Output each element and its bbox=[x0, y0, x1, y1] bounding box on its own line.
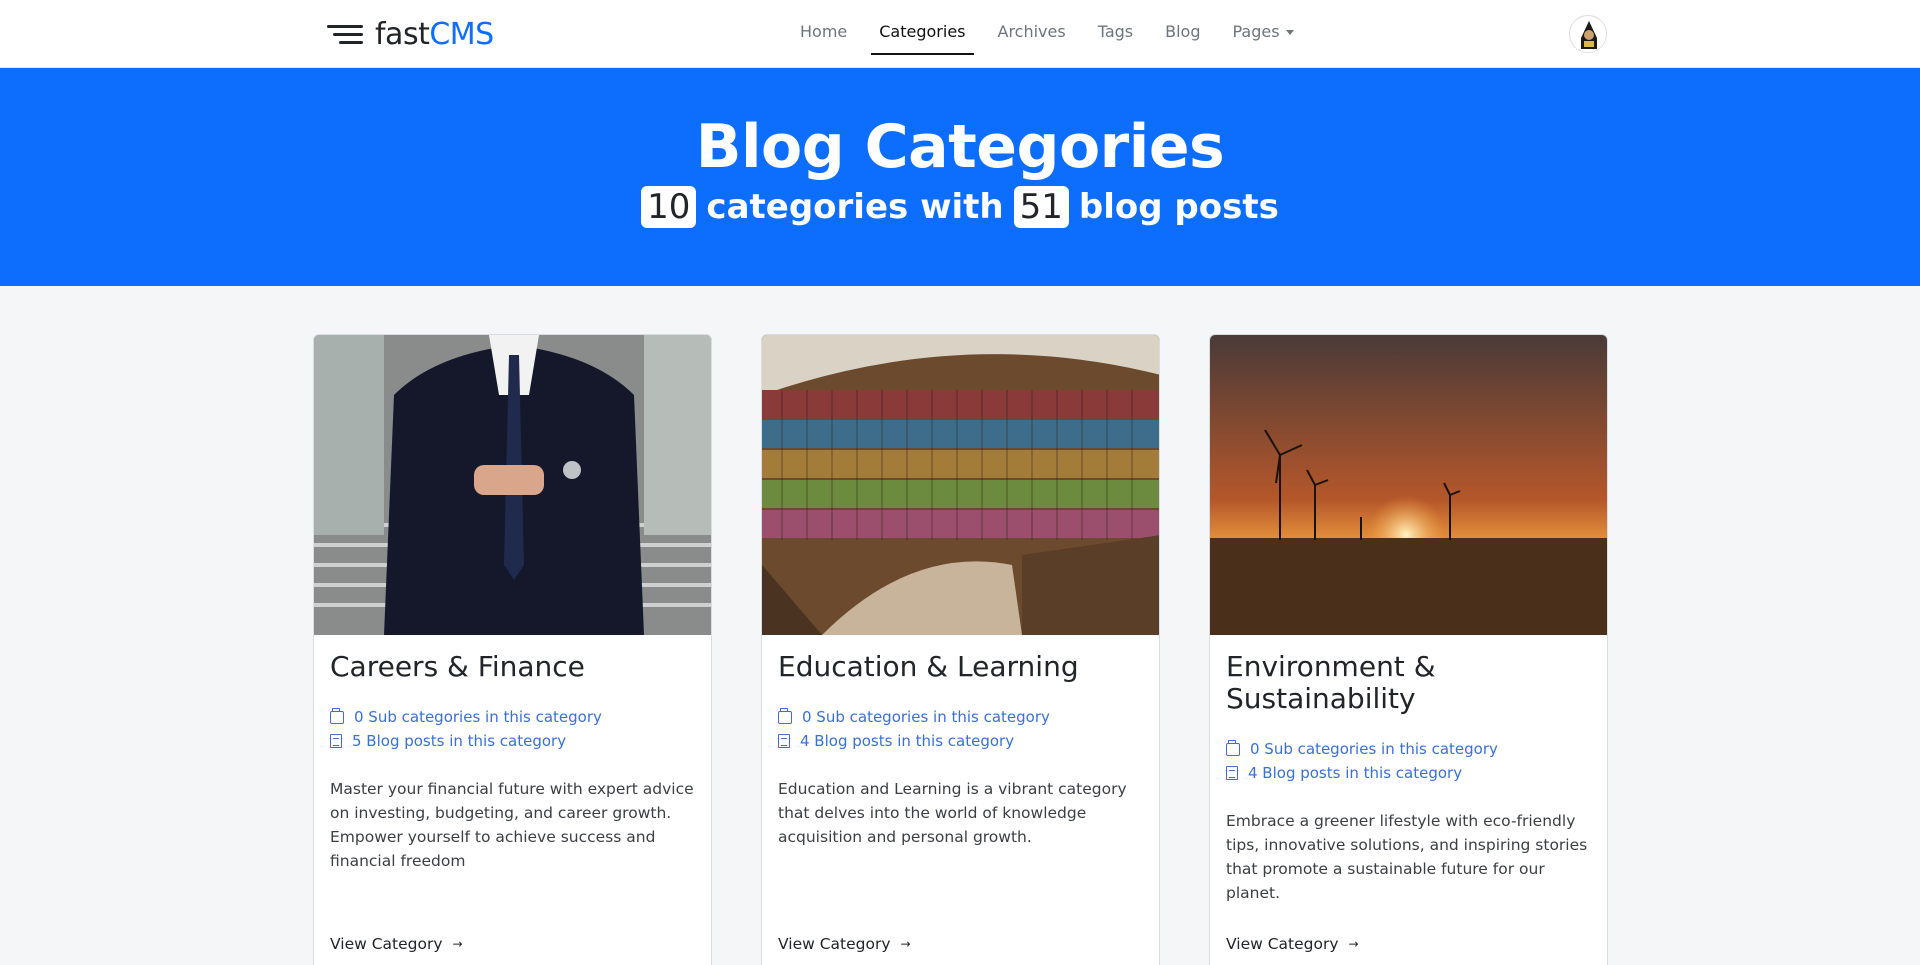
posts-link[interactable]: 4 Blog posts in this category bbox=[1226, 761, 1591, 785]
subcategories-count: 0 Sub categories in this category bbox=[354, 708, 602, 726]
navbar: fastCMS Home Categories Archives Tags Bl… bbox=[0, 0, 1920, 68]
main-nav: Home Categories Archives Tags Blog Pages bbox=[784, 0, 1310, 68]
document-icon bbox=[330, 734, 342, 748]
posts-link[interactable]: 5 Blog posts in this category bbox=[330, 729, 695, 753]
hero-text-end: blog posts bbox=[1078, 187, 1279, 227]
category-card: Environment & Sustainability 0 Sub categ… bbox=[1209, 334, 1608, 965]
posts-count: 4 Blog posts in this category bbox=[800, 732, 1015, 750]
subcategories-link[interactable]: 0 Sub categories in this category bbox=[778, 705, 1143, 729]
nav-categories[interactable]: Categories bbox=[863, 0, 981, 68]
category-title[interactable]: Environment & Sustainability bbox=[1226, 651, 1591, 715]
brand[interactable]: fastCMS bbox=[325, 14, 494, 54]
subcategories-count: 0 Sub categories in this category bbox=[802, 708, 1050, 726]
hero-text-mid: categories with bbox=[706, 187, 1004, 227]
caret-down-icon bbox=[1285, 30, 1294, 35]
nav-pages-label: Pages bbox=[1232, 22, 1280, 41]
category-card: Careers & Finance 0 Sub categories in th… bbox=[313, 334, 712, 965]
category-title[interactable]: Education & Learning bbox=[778, 651, 1143, 683]
view-category-label: View Category bbox=[1226, 935, 1339, 953]
category-image[interactable] bbox=[762, 335, 1159, 635]
arrow-right-icon: → bbox=[1348, 937, 1359, 951]
folder-icon bbox=[778, 707, 792, 724]
nav-tags[interactable]: Tags bbox=[1082, 0, 1149, 68]
posts-count: 4 Blog posts in this category bbox=[1248, 764, 1463, 782]
page-title: Blog Categories bbox=[695, 112, 1225, 182]
subcategories-link[interactable]: 0 Sub categories in this category bbox=[1226, 737, 1591, 761]
avatar-icon bbox=[1571, 17, 1606, 52]
environment-image bbox=[1210, 335, 1607, 635]
document-icon bbox=[1226, 766, 1238, 780]
view-category-link[interactable]: View Category → bbox=[1226, 935, 1359, 953]
logo-text-part1: fast bbox=[375, 16, 430, 52]
subcategories-link[interactable]: 0 Sub categories in this category bbox=[330, 705, 695, 729]
hero-banner: Blog Categories 10 categories with 51 bl… bbox=[0, 68, 1920, 286]
avatar[interactable] bbox=[1569, 15, 1607, 53]
category-image[interactable] bbox=[1210, 335, 1607, 635]
category-card: Education & Learning 0 Sub categories in… bbox=[761, 334, 1160, 965]
arrow-right-icon: → bbox=[900, 937, 911, 951]
view-category-label: View Category bbox=[778, 935, 891, 953]
menu-icon[interactable] bbox=[325, 20, 363, 48]
education-image bbox=[762, 335, 1159, 635]
nav-pages-dropdown[interactable]: Pages bbox=[1217, 0, 1310, 68]
category-title[interactable]: Careers & Finance bbox=[330, 651, 695, 683]
folder-icon bbox=[1226, 739, 1240, 756]
category-image[interactable] bbox=[314, 335, 711, 635]
category-count-badge: 10 bbox=[641, 186, 697, 228]
view-category-link[interactable]: View Category → bbox=[330, 935, 463, 953]
logo[interactable]: fastCMS bbox=[375, 17, 494, 52]
nav-blog[interactable]: Blog bbox=[1149, 0, 1216, 68]
folder-icon bbox=[330, 707, 344, 724]
view-category-label: View Category bbox=[330, 935, 443, 953]
hero-subtitle: 10 categories with 51 blog posts bbox=[0, 186, 1920, 228]
nav-home[interactable]: Home bbox=[784, 0, 863, 68]
category-description: Embrace a greener lifestyle with eco-fri… bbox=[1226, 812, 1588, 902]
category-description: Master your financial future with expert… bbox=[330, 780, 694, 870]
posts-link[interactable]: 4 Blog posts in this category bbox=[778, 729, 1143, 753]
logo-text-part2: CMS bbox=[429, 16, 494, 52]
post-count-badge: 51 bbox=[1013, 186, 1069, 228]
careers-image bbox=[314, 335, 711, 635]
subcategories-count: 0 Sub categories in this category bbox=[1250, 740, 1498, 758]
arrow-right-icon: → bbox=[452, 937, 463, 951]
view-category-link[interactable]: View Category → bbox=[778, 935, 911, 953]
nav-archives[interactable]: Archives bbox=[982, 0, 1082, 68]
posts-count: 5 Blog posts in this category bbox=[352, 732, 567, 750]
document-icon bbox=[778, 734, 790, 748]
category-description: Education and Learning is a vibrant cate… bbox=[778, 780, 1127, 846]
